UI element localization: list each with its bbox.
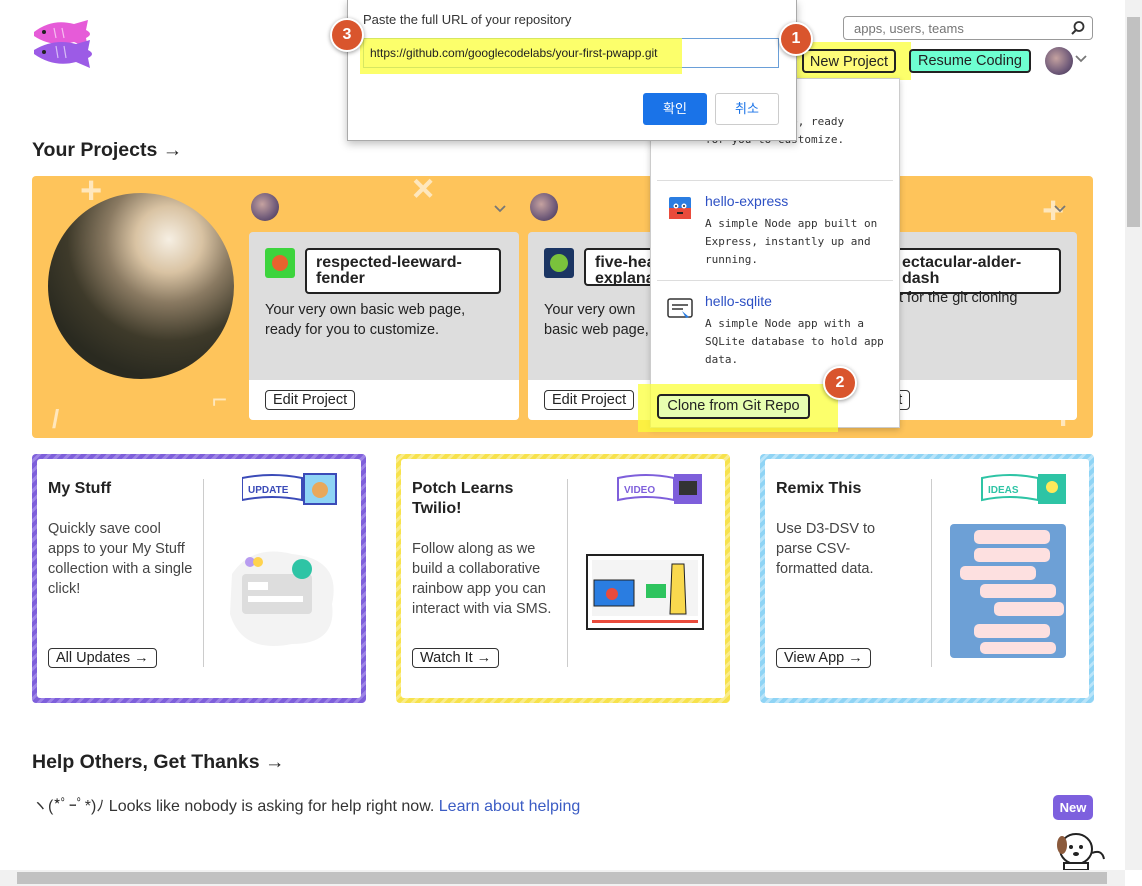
chevron-down-icon[interactable] [494,204,506,214]
ideas-tag-label: IDEAS [988,485,1019,496]
cancel-button[interactable]: 취소 [715,93,779,125]
search-icon[interactable] [1070,20,1086,36]
view-app-button[interactable]: View App → [776,648,871,668]
new-badge[interactable]: New [1053,795,1093,820]
video-thumbnail-illustration [586,554,704,630]
project-owner-avatar[interactable] [530,193,558,221]
update-tag-icon: UPDATE [242,473,337,505]
card-body: Use D3-DSV to parse CSV-formatted data. [776,521,876,577]
glitch-fish-logo[interactable] [30,14,104,74]
help-message: ヽ(*ﾟｰﾟ*)ﾉ Looks like nobody is asking fo… [32,792,580,816]
project-description: t for the git cloning [899,290,1018,306]
ok-button[interactable]: 확인 [643,93,707,125]
potch-learns-twilio-card[interactable]: Potch Learns Twilio! Follow along as we … [396,454,730,703]
chevron-down-icon[interactable] [1075,54,1087,64]
menu-item-description: A simple Node app built on Express, inst… [705,217,878,266]
project-owner-avatar[interactable] [251,193,279,221]
card-title: Remix This [776,480,862,497]
edit-project-button[interactable]: Edit Project [544,390,635,410]
video-tag-icon: VIDEO [617,474,702,504]
project-icon [265,248,295,278]
decor-x: ⌐ [212,384,228,414]
edit-project-button[interactable]: Edit Project [265,390,356,410]
search-field[interactable] [843,16,1093,40]
learn-about-helping-link[interactable]: Learn about helping [439,798,580,815]
remix-illustration [950,524,1066,658]
help-text: ヽ(*ﾟｰﾟ*)ﾉ Looks like nobody is asking fo… [32,798,435,815]
decor-x: × [412,176,435,210]
menu-divider [657,180,893,181]
my-stuff-illustration [230,551,334,646]
profile-photo[interactable] [48,193,234,379]
update-tag-label: UPDATE [248,485,289,496]
card-title: Potch Learns Twilio! [412,480,514,517]
menu-item-description: A simple Node app with a SQLite database… [705,317,884,366]
menu-item-title[interactable]: hello-express [705,193,788,209]
your-projects-heading[interactable]: Your Projects → [32,139,182,162]
chevron-down-icon[interactable] [1054,204,1066,214]
menu-item-hello-sqlite[interactable]: hello-sqlite A simple Node app with a SQ… [651,293,899,373]
user-avatar[interactable] [1045,47,1073,75]
vertical-scrollbar-thumb[interactable] [1127,17,1140,227]
all-updates-button[interactable]: All Updates → [48,648,157,668]
step-badge: 2 [823,366,857,400]
watch-it-button[interactable]: Watch It → [412,648,500,668]
step-badge: 1 [779,22,813,56]
step-badge: 3 [330,18,364,52]
ideas-tag-icon: IDEAS [981,474,1066,504]
dog-mascot-icon[interactable] [1050,823,1110,870]
clone-from-git-repo-button[interactable]: Clone from Git Repo [657,394,810,419]
new-project-button[interactable]: New Project [802,49,896,73]
menu-divider [657,280,893,281]
card-body: Follow along as we build a collaborative… [412,541,552,617]
card-body: Quickly save cool apps to your My Stuff … [48,521,193,597]
project-card[interactable]: respected-leeward-fender Your very own b… [249,232,519,420]
decor-x: / [52,404,60,434]
horizontal-scrollbar-thumb[interactable] [17,872,1107,884]
dialog-label: Paste the full URL of your repository [363,12,572,27]
my-stuff-card[interactable]: My Stuff Quickly save cool apps to your … [32,454,366,703]
help-others-heading[interactable]: Help Others, Get Thanks → [32,751,284,774]
search-input[interactable] [852,20,1066,37]
card-title: My Stuff [48,480,112,497]
project-name[interactable]: respected-leeward-fender [305,248,501,294]
remix-this-card[interactable]: Remix This Use D3-DSV to parse CSV-forma… [760,454,1094,703]
resume-coding-button[interactable]: Resume Coding [909,49,1031,73]
project-description: Your very own basic web page, ready for … [265,302,466,338]
menu-item-title[interactable]: hello-sqlite [705,293,772,309]
project-description: Your very own basic web page, ready for … [544,302,649,338]
hello-sqlite-icon [667,298,693,318]
menu-item-hello-express[interactable]: hello-express A simple Node app built on… [651,193,899,273]
hello-express-icon [669,197,691,219]
repository-url-value[interactable]: https://github.com/googlecodelabs/your-f… [370,46,658,60]
video-tag-label: VIDEO [624,485,655,496]
project-icon [544,248,574,278]
